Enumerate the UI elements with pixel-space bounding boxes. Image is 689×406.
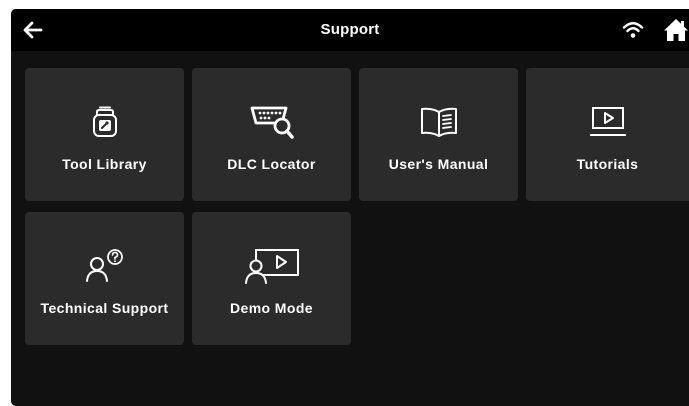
tile-label: Tool Library bbox=[62, 156, 147, 172]
top-bar: Support bbox=[11, 9, 689, 51]
tile-label: DLC Locator bbox=[227, 156, 316, 172]
tile-tutorials[interactable]: Tutorials bbox=[526, 68, 689, 201]
wifi-icon bbox=[622, 22, 644, 38]
tile-label: Tutorials bbox=[576, 156, 639, 172]
book-icon bbox=[420, 107, 457, 137]
tile-demo-mode[interactable]: Demo Mode bbox=[192, 212, 351, 345]
page-title: Support bbox=[320, 21, 380, 38]
video-play-icon bbox=[589, 107, 626, 136]
tool-library-icon bbox=[92, 106, 117, 137]
support-screen: Support Tool Library DLC Locator User's … bbox=[11, 9, 689, 406]
tile-technical-support[interactable]: Technical Support bbox=[25, 212, 184, 345]
home-button[interactable] bbox=[663, 17, 689, 43]
support-menu-grid: Tool Library DLC Locator User's Manual T… bbox=[11, 51, 689, 406]
user-presentation-icon bbox=[244, 249, 299, 284]
tile-label: Technical Support bbox=[40, 300, 169, 316]
tile-dlc-locator[interactable]: DLC Locator bbox=[192, 68, 351, 201]
dlc-locator-icon bbox=[250, 106, 294, 139]
tile-label: Demo Mode bbox=[230, 300, 313, 316]
tile-label: User's Manual bbox=[388, 156, 489, 172]
tile-tool-library[interactable]: Tool Library bbox=[25, 68, 184, 201]
home-icon bbox=[664, 19, 688, 41]
tile-users-manual[interactable]: User's Manual bbox=[359, 68, 518, 201]
user-question-icon bbox=[85, 249, 123, 282]
